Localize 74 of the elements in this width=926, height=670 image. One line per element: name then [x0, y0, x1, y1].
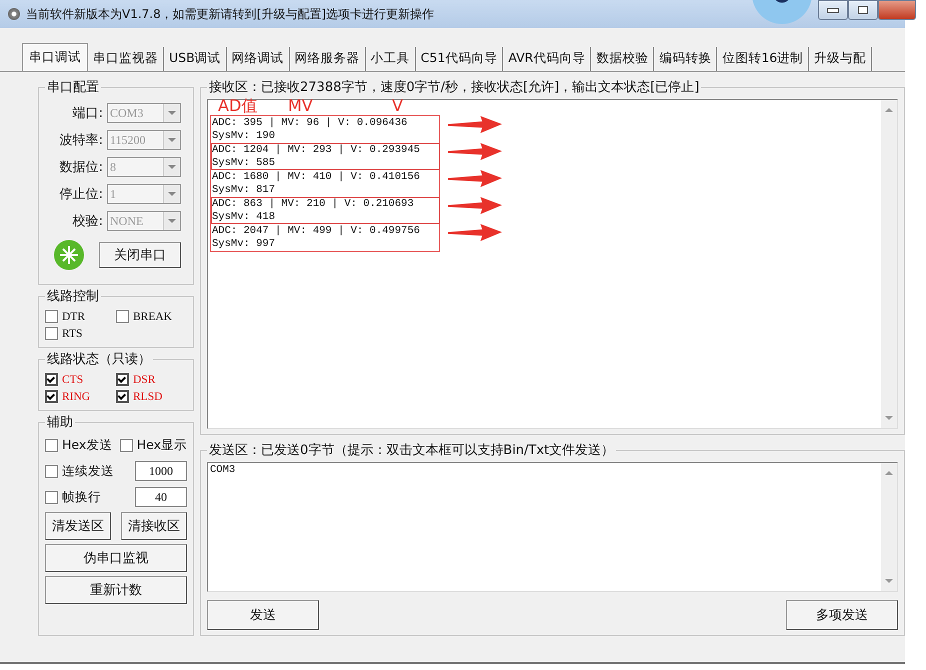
checkbox-label: CTS: [62, 374, 84, 386]
group-title: 接收区：已接收27388字节，速度0字节/秒，接收状态[允许]，输出文本状态[已停止]: [209, 80, 700, 95]
window-title: 当前软件新版本为V1.7.8，如需更新请转到[升级与配置]选项卡进行更新操作: [26, 6, 434, 22]
checkbox-label: 帧换行: [62, 488, 101, 506]
timeout-field[interactable]: 40: [135, 487, 187, 507]
checkbox-label: BREAK: [133, 310, 172, 322]
clear-send-button[interactable]: 清发送区: [45, 512, 111, 540]
checkbox[interactable]: [45, 464, 58, 478]
field-label: 数据位:: [58, 158, 103, 176]
multi-send-button[interactable]: 多项发送: [786, 600, 898, 630]
checkbox-label: Hex发送: [62, 436, 112, 454]
arrow-icon: [447, 116, 503, 134]
checkbox-label: DSR: [133, 374, 156, 386]
data-line: ADC: 1680 | MV: 410 | V: 0.410156: [212, 171, 421, 184]
group-title: 辅助: [47, 415, 73, 430]
tab[interactable]: 网络调试: [226, 47, 290, 71]
tab[interactable]: 串口监视器: [88, 47, 164, 71]
checkbox-label: RTS: [62, 328, 82, 340]
send-text: COM3: [210, 464, 236, 476]
group-title: 线路状态（只读）: [47, 352, 151, 367]
clear-receive-button[interactable]: 清接收区: [121, 512, 187, 540]
monitor-button[interactable]: 伪串口监视: [45, 544, 187, 572]
reset-count-button[interactable]: 重新计数: [45, 576, 187, 604]
arrow-icon: [447, 224, 503, 242]
maximize-button[interactable]: [848, 0, 878, 20]
data-line: ADC: 395 | MV: 96 | V: 0.096436: [212, 117, 408, 130]
field-label: 波特率:: [58, 132, 103, 148]
arrow-icon: [447, 170, 503, 188]
tab[interactable]: AVR代码向导: [503, 47, 592, 71]
minimize-button[interactable]: [818, 0, 848, 20]
data-line: ADC: 2047 | MV: 499 | V: 0.499756: [212, 225, 421, 238]
tab[interactable]: 小工具: [366, 47, 416, 71]
tab[interactable]: 网络服务器: [290, 47, 366, 71]
tab[interactable]: 升级与配: [809, 47, 872, 71]
annotation-label: AD值: [218, 97, 258, 115]
data-line: ADC: 1204 | MV: 293 | V: 0.293945: [212, 144, 421, 156]
tab[interactable]: 编码转换: [654, 47, 718, 71]
arrow-icon: [447, 143, 503, 161]
field-label: 端口:: [72, 104, 103, 122]
scrollbar[interactable]: [881, 100, 897, 428]
send-text-area[interactable]: COM3: [207, 462, 898, 592]
data-line: ADC: 863 | MV: 210 | V: 0.210693: [212, 198, 415, 210]
checkbox[interactable]: [120, 438, 133, 452]
annotation-label: V: [392, 97, 403, 115]
checkbox-label: DTR: [62, 310, 85, 322]
data-line: SysMv: 190: [212, 130, 276, 142]
data-line: SysMv: 997: [212, 238, 276, 250]
tab[interactable]: 串口调试: [22, 43, 88, 71]
field-label: 停止位:: [58, 186, 103, 202]
checkbox-label: RLSD: [133, 390, 162, 402]
tab[interactable]: USB调试: [164, 47, 227, 71]
checkbox-label: Hex显示: [136, 436, 187, 454]
close-port-button[interactable]: 关闭串口: [99, 242, 181, 268]
arrow-icon: [447, 197, 503, 215]
group-title: 串口配置: [47, 80, 99, 95]
checkbox[interactable]: [45, 327, 58, 340]
send-button[interactable]: 发送: [207, 600, 319, 630]
field-label: 校验:: [72, 212, 103, 230]
group-title: 发送区：已发送0字节（提示：双击文本框可以支持Bin/Txt文件发送）: [209, 443, 614, 458]
annotation-label: MV: [288, 97, 313, 115]
checkbox[interactable]: [45, 310, 58, 323]
checkbox[interactable]: [45, 438, 58, 452]
checkbox[interactable]: [45, 490, 58, 504]
data-line: SysMv: 418: [212, 210, 276, 223]
checkbox-label: RING: [62, 390, 90, 402]
tab[interactable]: 数据校验: [591, 47, 654, 71]
interval-field[interactable]: 1000: [135, 461, 187, 481]
data-line: SysMv: 817: [212, 184, 276, 196]
checkbox[interactable]: [116, 310, 129, 323]
group-title: 线路控制: [47, 289, 99, 304]
tab[interactable]: 位图转16进制: [717, 47, 810, 71]
tab[interactable]: C51代码向导: [416, 47, 504, 71]
checkbox-label: 连续发送: [62, 462, 114, 480]
data-line: SysMv: 585: [212, 156, 276, 169]
